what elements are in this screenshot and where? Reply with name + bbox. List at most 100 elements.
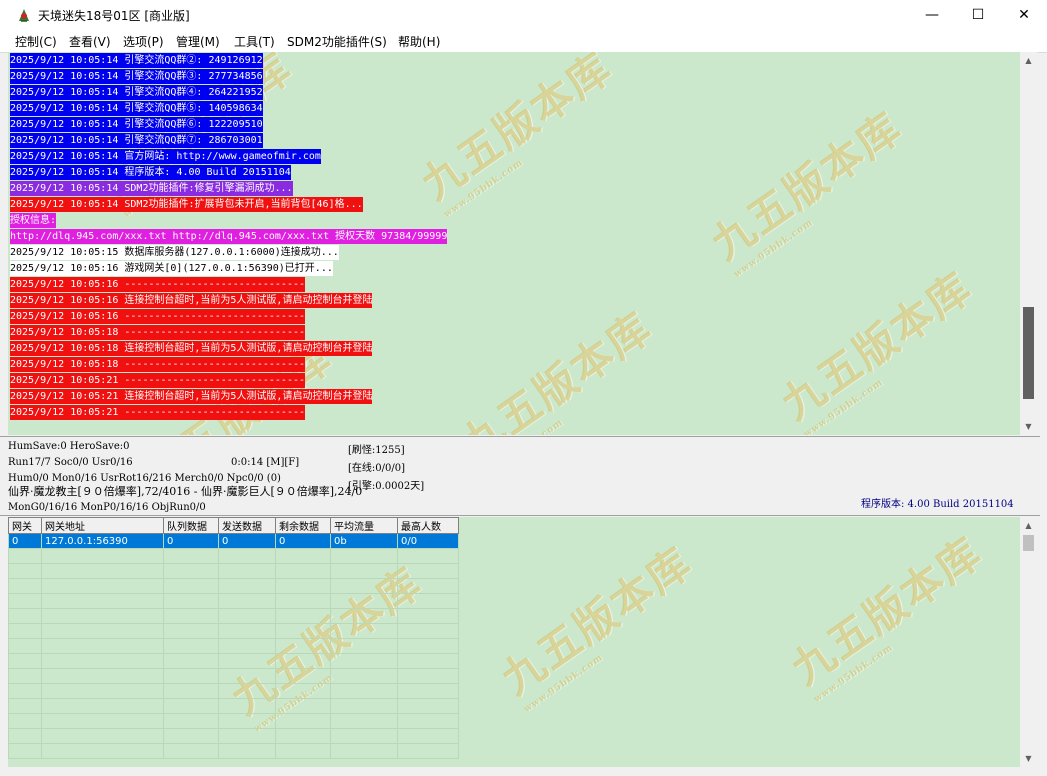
gateway-grid[interactable]: 九五版本库 www.95bbk.com 九五版本库 www.95bbk.com 九五… bbox=[8, 517, 1020, 767]
header-average-traffic[interactable]: 平均流量 bbox=[330, 517, 398, 534]
watermark-text: 九五版本库 bbox=[702, 102, 912, 270]
grid-scrollbar[interactable]: ▲ ▼ bbox=[1020, 517, 1037, 767]
watermark-text: 九五版本库 bbox=[452, 302, 662, 435]
scroll-up-icon[interactable]: ▲ bbox=[1020, 517, 1037, 534]
boss-status: 仙界·魔龙教主[９０倍爆率],72/4016 - 仙界·魔影巨人[９０倍爆率],… bbox=[8, 485, 363, 498]
menu-control[interactable]: 控制(C) bbox=[15, 33, 57, 50]
watermark-url: www.95bbk.com bbox=[802, 377, 886, 435]
table-row[interactable] bbox=[8, 563, 459, 579]
cell-sent-data: 0 bbox=[218, 533, 276, 549]
log-line: 2025/9/12 10:05:16 游戏网关[0](127.0.0.1:563… bbox=[10, 261, 333, 276]
log-line: 2025/9/12 10:05:14 引擎交流QQ群②: 249126912 bbox=[10, 53, 263, 68]
log-line: 2025/9/12 10:05:14 引擎交流QQ群④: 264221952 bbox=[10, 85, 263, 100]
log-line: 2025/9/12 10:05:16 ---------------------… bbox=[10, 309, 306, 324]
log-line: 2025/9/12 10:05:14 程序版本: 4.00 Build 2015… bbox=[10, 165, 291, 180]
log-line: 2025/9/12 10:05:21 ---------------------… bbox=[10, 405, 306, 420]
table-row[interactable] bbox=[8, 698, 459, 714]
menu-bar: 控制(C) 查看(V) 选项(P) 管理(M) 工具(T) SDM2功能插件(S… bbox=[0, 30, 1047, 53]
watermark: 九五版本库www.95bbk.com bbox=[448, 295, 669, 435]
watermark-url: www.95bbk.com bbox=[483, 345, 669, 435]
table-row[interactable] bbox=[8, 713, 459, 729]
run-status: Run17/7 Soc0/0 Usr0/16 bbox=[8, 457, 133, 468]
watermark-url: www.95bbk.com bbox=[732, 217, 816, 280]
watermark-url: www.95bbk.com bbox=[812, 642, 896, 705]
menu-manage[interactable]: 管理(M) bbox=[176, 33, 220, 50]
close-button[interactable]: ✕ bbox=[1001, 0, 1047, 30]
online-status: [在线:0/0/0] bbox=[348, 463, 405, 474]
scroll-thumb[interactable] bbox=[1023, 307, 1034, 399]
table-row[interactable] bbox=[8, 683, 459, 699]
program-version: 程序版本: 4.00 Build 20151104 bbox=[861, 499, 1014, 510]
cell-average-traffic: 0b bbox=[330, 533, 398, 549]
log-line: 2025/9/12 10:05:21 ---------------------… bbox=[10, 373, 306, 388]
header-gateway-address[interactable]: 网关地址 bbox=[41, 517, 164, 534]
app-icon bbox=[19, 9, 29, 22]
save-status: HumSave:0 HeroSave:0 bbox=[8, 441, 130, 452]
menu-view[interactable]: 查看(V) bbox=[69, 33, 111, 50]
hum-status: Hum0/0 Mon0/16 UsrRot16/216 Merch0/0 Npc… bbox=[8, 473, 281, 484]
scroll-thumb[interactable] bbox=[1023, 535, 1034, 551]
header-queue-data[interactable]: 队列数据 bbox=[163, 517, 219, 534]
menu-options[interactable]: 选项(P) bbox=[123, 33, 164, 50]
table-row[interactable] bbox=[8, 608, 459, 624]
log-line: 2025/9/12 10:05:14 引擎交流QQ群⑤: 140598634 bbox=[10, 101, 263, 116]
log-line: 2025/9/12 10:05:18 ---------------------… bbox=[10, 357, 306, 372]
log-line: 2025/9/12 10:05:21 连接控制台超时,当前为5人测试版,请启动控… bbox=[10, 389, 373, 404]
refresh-status: [刷怪:1255] bbox=[348, 445, 405, 456]
watermark: 九五版本库www.95bbk.com bbox=[698, 95, 919, 280]
watermark-text: 九五版本库 bbox=[412, 52, 622, 210]
log-scrollbar[interactable]: ▲ ▼ bbox=[1020, 52, 1037, 435]
log-line: 2025/9/12 10:05:18 连接控制台超时,当前为5人测试版,请启动控… bbox=[10, 341, 373, 356]
scroll-down-icon[interactable]: ▼ bbox=[1020, 750, 1037, 767]
menu-tools[interactable]: 工具(T) bbox=[234, 33, 275, 50]
log-line: 2025/9/12 10:05:18 ---------------------… bbox=[10, 325, 306, 340]
cell-gateway-address: 127.0.0.1:56390 bbox=[41, 533, 164, 549]
watermark: 九五版本库www.95bbk.com bbox=[408, 52, 629, 220]
log-line: 2025/9/12 10:05:14 官方网站: http://www.game… bbox=[10, 149, 321, 164]
cell-queue-data: 0 bbox=[163, 533, 219, 549]
table-row[interactable] bbox=[8, 668, 459, 684]
log-line: 2025/9/12 10:05:14 引擎交流QQ群③: 277734856 bbox=[10, 69, 263, 84]
log-line: 授权信息: bbox=[10, 213, 57, 228]
maximize-button[interactable]: ☐ bbox=[955, 0, 1001, 30]
status-panel: HumSave:0 HeroSave:0 [刷怪:1255] Run17/7 S… bbox=[0, 436, 1040, 516]
mon-status: MonG0/16/16 MonP0/16/16 ObjRun0/0 bbox=[8, 502, 206, 513]
table-row[interactable] bbox=[8, 728, 459, 744]
cell-gateway: 0 bbox=[8, 533, 42, 549]
menu-help[interactable]: 帮助(H) bbox=[398, 33, 440, 50]
watermark-url: www.95bbk.com bbox=[522, 652, 606, 715]
window-title: 天境迷失18号01区 [商业版] bbox=[38, 9, 190, 23]
log-line: 2025/9/12 10:05:16 ---------------------… bbox=[10, 277, 306, 292]
table-row[interactable] bbox=[8, 743, 459, 759]
table-row[interactable] bbox=[8, 593, 459, 609]
watermark-text: 九五版本库 bbox=[492, 537, 702, 705]
watermark: 九五版本库www.95bbk.com bbox=[778, 520, 999, 705]
minimize-button[interactable]: — bbox=[909, 0, 955, 30]
header-max-players[interactable]: 最高人数 bbox=[397, 517, 459, 534]
header-remaining-data[interactable]: 剩余数据 bbox=[275, 517, 331, 534]
menu-sdm2-plugin[interactable]: SDM2功能插件(S) bbox=[287, 33, 387, 50]
scroll-up-icon[interactable]: ▲ bbox=[1020, 52, 1037, 69]
header-sent-data[interactable]: 发送数据 bbox=[218, 517, 276, 534]
table-row[interactable] bbox=[8, 653, 459, 669]
log-line: 2025/9/12 10:05:14 SDM2功能插件:扩展背包未开启,当前背包… bbox=[10, 197, 363, 212]
header-gateway[interactable]: 网关 bbox=[8, 517, 42, 534]
watermark-url: www.95bbk.com bbox=[442, 157, 526, 220]
table-row[interactable] bbox=[8, 548, 459, 564]
watermark-text: 九五版本库 bbox=[772, 262, 982, 430]
log-line: 2025/9/12 10:05:14 SDM2功能插件:修复引擎漏洞成功... bbox=[10, 181, 293, 196]
table-row[interactable] bbox=[8, 578, 459, 594]
log-line: 2025/9/12 10:05:14 引擎交流QQ群⑥: 122209510 bbox=[10, 117, 263, 132]
uptime-status: 0:0:14 [M][F] bbox=[231, 457, 300, 468]
title-bar: 天境迷失18号01区 [商业版] — ☐ ✕ bbox=[0, 0, 1047, 31]
server-log[interactable]: 九五版本库 www.95bbk.com 九五版本库 www.95bbk.com 九五… bbox=[8, 52, 1020, 435]
table-row[interactable] bbox=[8, 638, 459, 654]
watermark-text: 九五版本库 bbox=[782, 527, 992, 695]
log-line: 2025/9/12 10:05:16 连接控制台超时,当前为5人测试版,请启动控… bbox=[10, 293, 373, 308]
log-line: 2025/9/12 10:05:15 数据库服务器(127.0.0.1:6000… bbox=[10, 245, 339, 260]
watermark: 九五版本库www.95bbk.com bbox=[768, 255, 989, 435]
scroll-down-icon[interactable]: ▼ bbox=[1020, 418, 1037, 435]
table-row[interactable] bbox=[8, 623, 459, 639]
table-row[interactable]: 0 127.0.0.1:56390 0 0 0 0b 0/0 bbox=[8, 533, 459, 549]
table-header-row: 网关 网关地址 队列数据 发送数据 剩余数据 平均流量 最高人数 bbox=[8, 517, 459, 534]
